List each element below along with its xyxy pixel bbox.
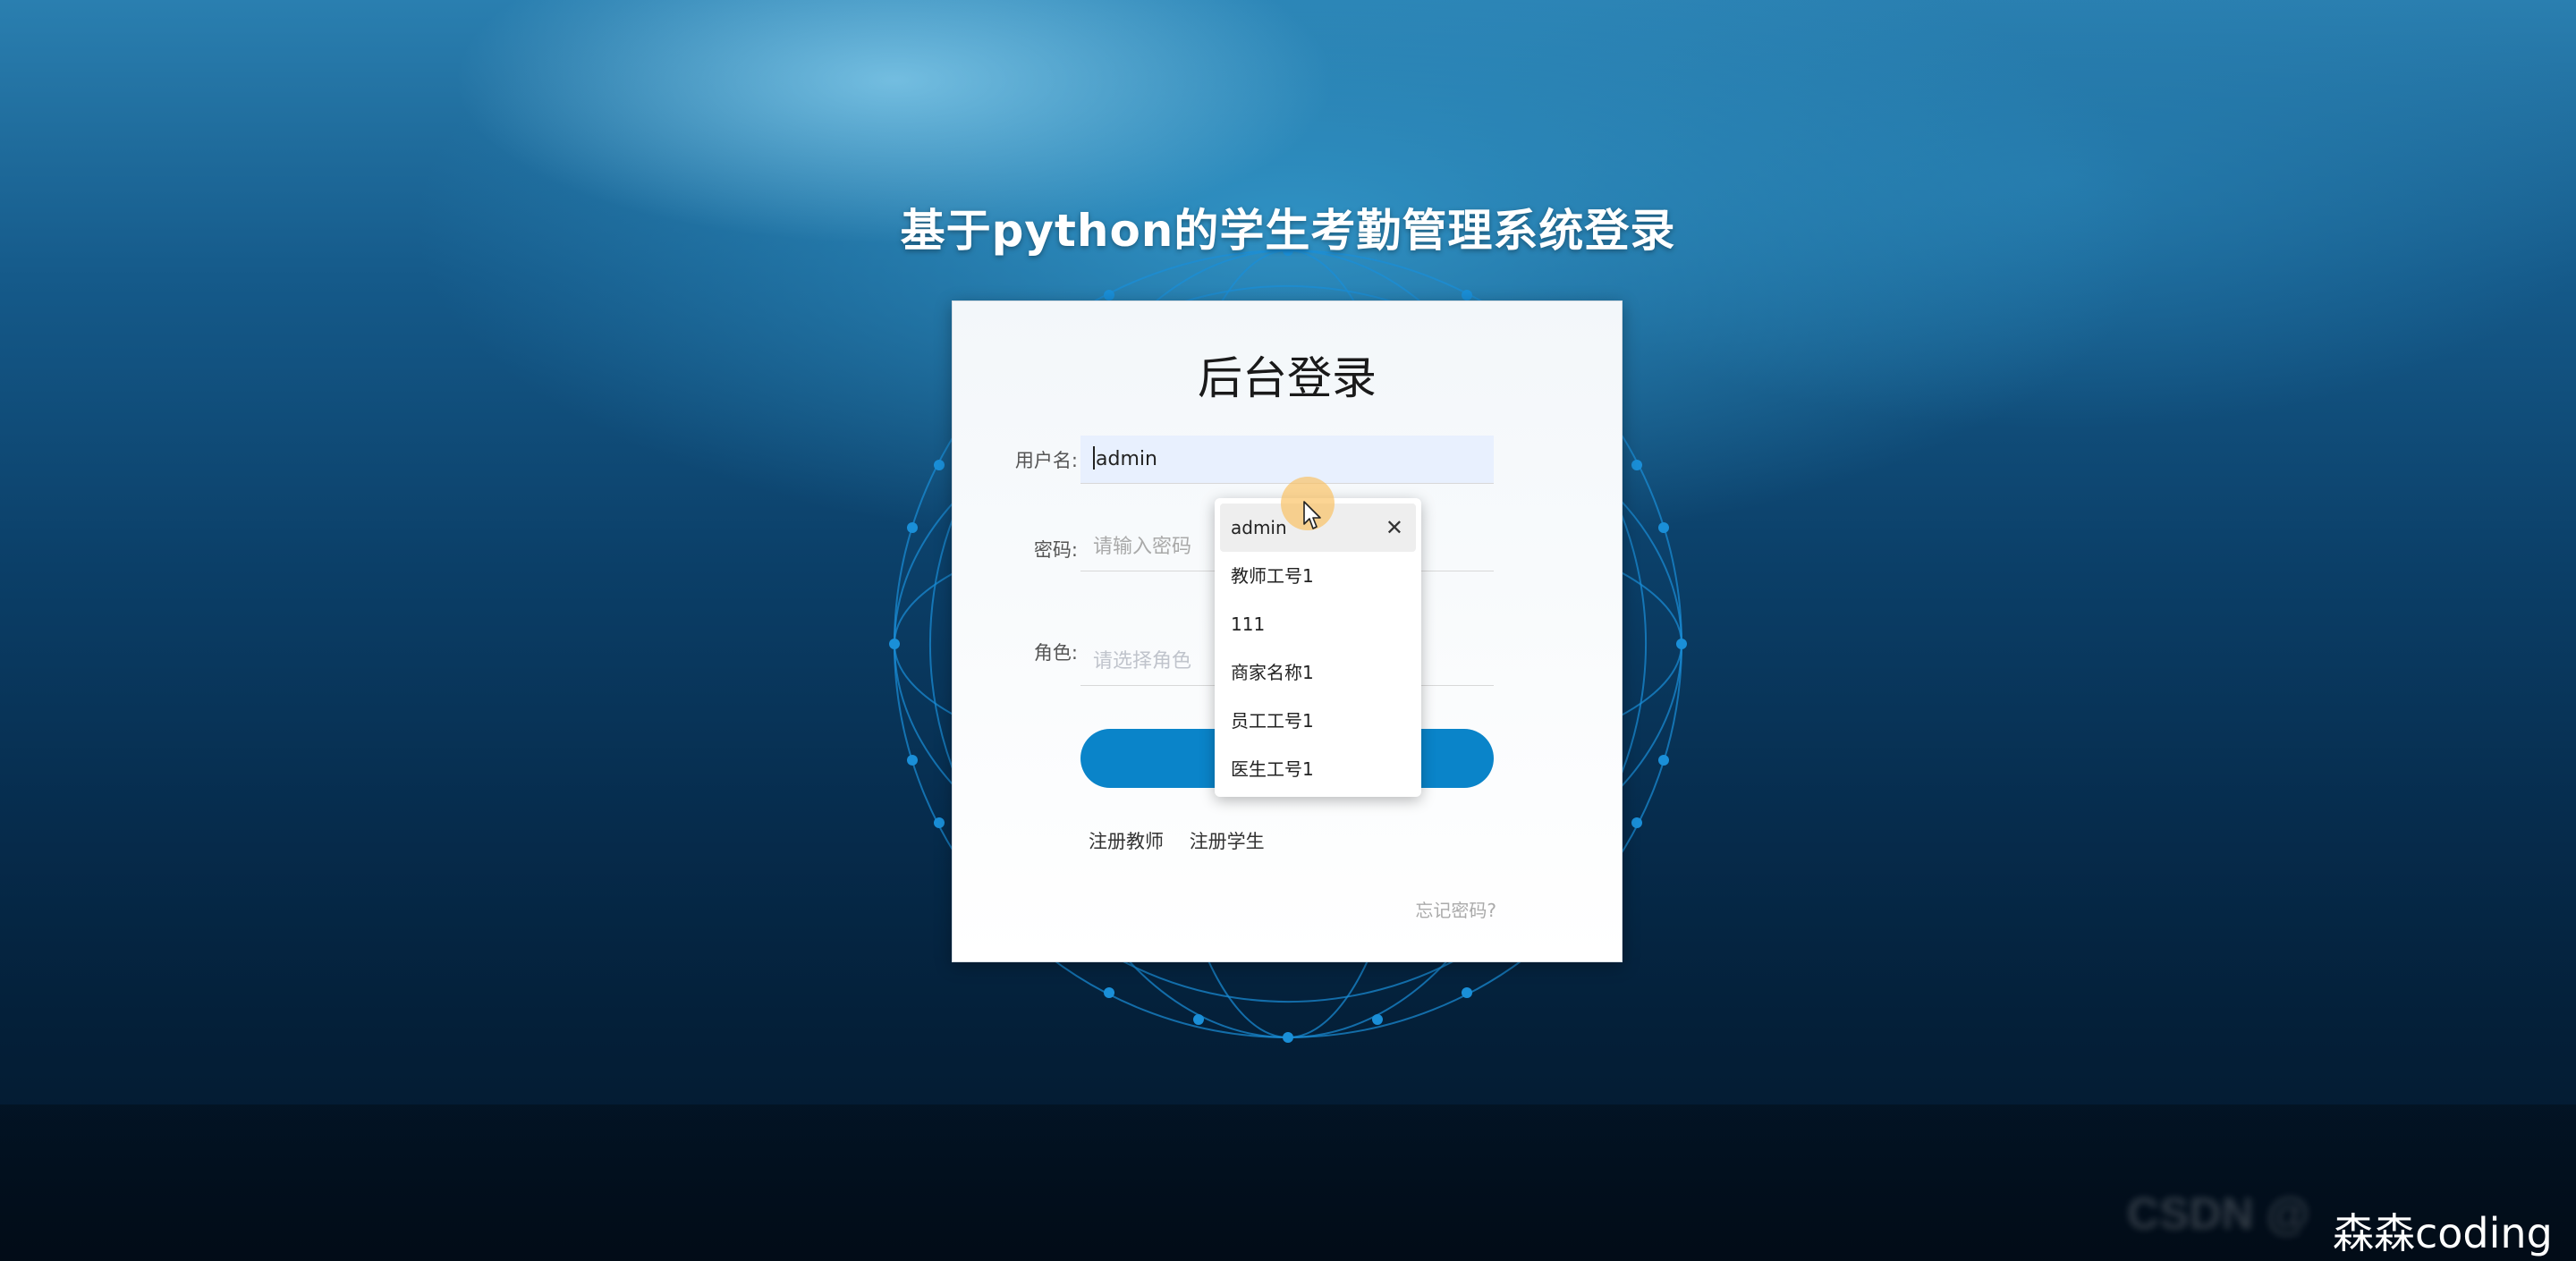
remove-suggestion-icon[interactable]: ✕ [1385,504,1403,552]
autocomplete-item-label: 员工工号1 [1231,710,1314,732]
watermark: 森森coding [2333,1209,2553,1257]
username-label: 用户名: [1014,450,1078,471]
register-student-link[interactable]: 注册学生 [1190,831,1265,852]
page-title: 基于python的学生考勤管理系统登录 [900,205,1676,257]
autocomplete-item-label: 医生工号1 [1231,758,1314,780]
autocomplete-item[interactable]: 教师工号1 [1215,552,1421,600]
password-placeholder: 请输入密码 [1093,536,1192,558]
mouse-pointer-icon [1303,501,1321,529]
login-heading: 后台登录 [1198,352,1377,404]
register-teacher-link[interactable]: 注册教师 [1089,831,1164,852]
forgot-password-link[interactable]: 忘记密码? [1415,896,1496,922]
autocomplete-dropdown: admin ✕ 教师工号1 111 商家名称1 员工工号1 医生工号1 [1215,498,1421,797]
password-label: 密码: [1033,539,1078,561]
autocomplete-item-label: admin [1231,517,1287,538]
autocomplete-item-label: 教师工号1 [1231,565,1314,587]
autocomplete-item[interactable]: 医生工号1 [1215,745,1421,793]
role-placeholder: 请选择角色 [1093,650,1192,673]
autocomplete-item[interactable]: 111 [1215,600,1421,648]
username-value: admin [1096,448,1157,470]
autocomplete-item[interactable]: 商家名称1 [1215,648,1421,697]
autocomplete-item-label: 商家名称1 [1231,662,1314,683]
text-caret [1093,446,1095,470]
autocomplete-item[interactable]: 员工工号1 [1215,697,1421,745]
register-links: 注册教师 注册学生 [1089,827,1284,854]
watermark-faded: CSDN @ [2127,1189,2310,1239]
autocomplete-item-label: 111 [1231,614,1266,635]
username-input[interactable]: admin [1080,436,1494,484]
role-label: 角色: [1033,642,1078,664]
